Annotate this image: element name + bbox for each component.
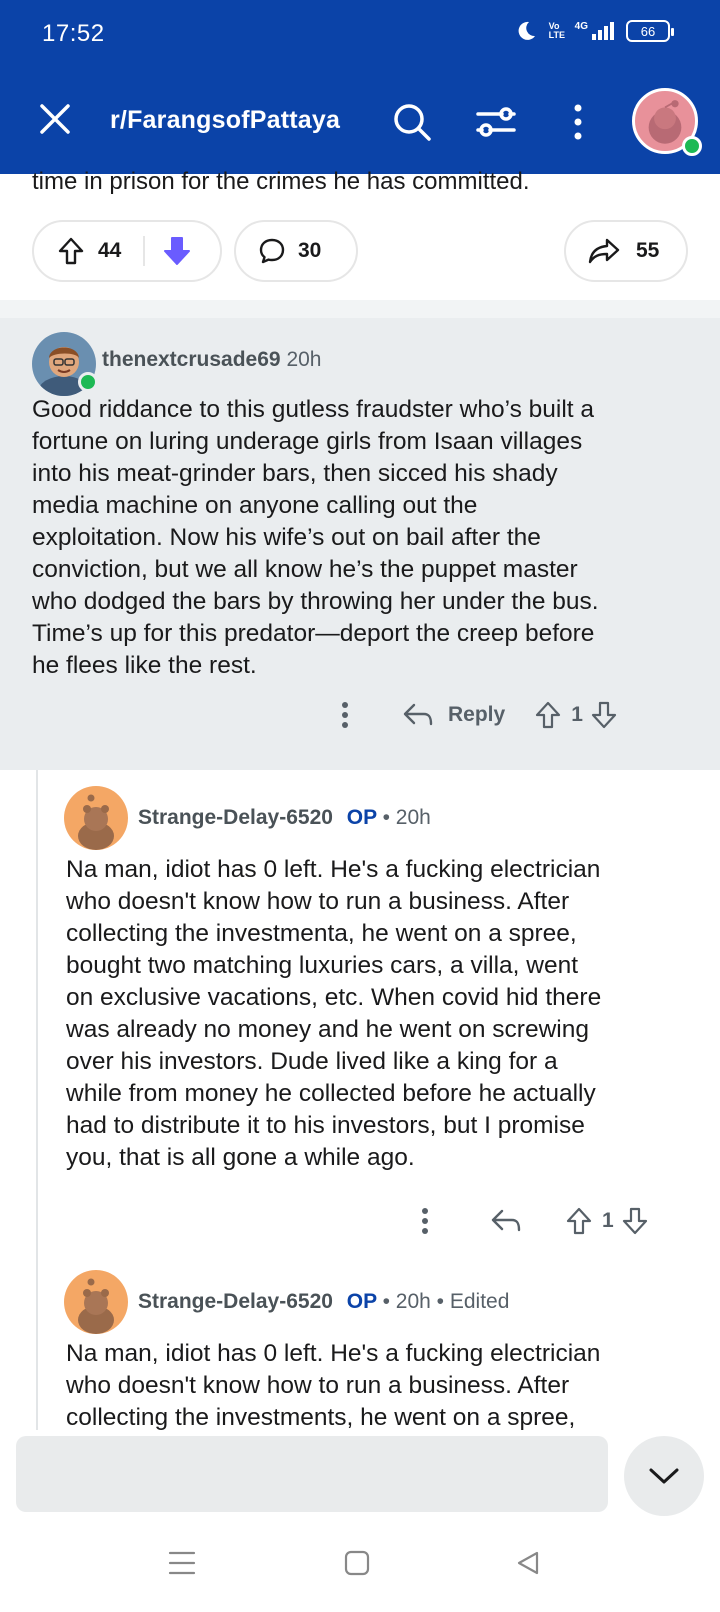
comment-line: Good riddance to this gutless fraudster …: [32, 396, 595, 423]
op-badge: OP: [346, 1290, 377, 1313]
online-indicator: [78, 372, 98, 392]
highlighted-comment: thenextcrusade69 20h Good riddance to th…: [0, 318, 720, 770]
comment-line: while from money he collected before he …: [66, 1080, 596, 1107]
network-label: 4G: [574, 20, 588, 32]
share-icon: [588, 238, 620, 264]
comment-line: media machine on anyone calling out the: [32, 492, 478, 519]
collapse-button[interactable]: [624, 1436, 704, 1516]
subreddit-title[interactable]: r/FarangsofPattaya: [110, 106, 340, 135]
more-options-icon[interactable]: [340, 700, 350, 730]
reply-input[interactable]: [16, 1436, 608, 1512]
comment-username[interactable]: Strange-Delay-6520: [138, 806, 333, 829]
online-indicator: [682, 136, 702, 156]
comment-line: had to distribute it to his investors, b…: [66, 1112, 585, 1139]
reply-button[interactable]: Reply: [448, 703, 505, 727]
upvote-icon[interactable]: [566, 1207, 592, 1235]
home-icon[interactable]: [344, 1550, 370, 1576]
comment-line: was already no money and he went on scre…: [66, 1016, 589, 1043]
more-options-icon[interactable]: [420, 1206, 430, 1236]
status-icons: Vo LTE 4G 66: [515, 20, 674, 42]
thread-line[interactable]: [36, 770, 38, 1430]
comment-line: collecting the investmenta, he went on a…: [66, 920, 577, 947]
post-vote-bar: 44: [32, 220, 222, 282]
comment-score: 1: [602, 1209, 614, 1232]
op-badge: OP: [346, 806, 377, 829]
comments-button[interactable]: 30: [234, 220, 358, 282]
comment-line: you, that is all gone a while ago.: [66, 1144, 415, 1171]
comment-line: on exclusive vacations, etc. When covid …: [66, 984, 602, 1011]
comment-username[interactable]: thenextcrusade69: [102, 348, 281, 371]
comment-line: into his meat-grinder bars, then sicced …: [32, 460, 558, 487]
menu-icon[interactable]: [168, 1550, 196, 1576]
comment-actions: 1: [420, 1206, 648, 1236]
comment-line: conviction, but we all know he’s the pup…: [32, 556, 578, 583]
comment-line: who dodged the bars by throwing her unde…: [32, 588, 599, 615]
status-time: 17:52: [42, 20, 105, 47]
comment-line: exploitation. Now his wife’s out on bail…: [32, 524, 541, 551]
downvote-icon[interactable]: [163, 236, 191, 266]
back-icon[interactable]: [516, 1550, 540, 1576]
chevron-down-icon: [649, 1468, 679, 1484]
comment-author[interactable]: thenextcrusade69 20h: [102, 348, 321, 372]
post-score: 44: [98, 239, 122, 262]
app-header: 17:52 Vo LTE 4G 66 r/FarangsofPattaya: [0, 0, 720, 174]
battery-icon: 66: [626, 20, 674, 42]
comment-line: bought two matching luxuries cars, a vil…: [66, 952, 579, 979]
commenter-avatar[interactable]: [64, 786, 128, 850]
volte-label: Vo LTE: [548, 21, 565, 40]
reply-icon[interactable]: [402, 702, 434, 728]
comment-line: over his investors. Dude lived like a ki…: [66, 1048, 558, 1075]
comment-line: who doesn't know how to run a business. …: [66, 888, 570, 915]
moon-icon: [518, 21, 535, 40]
comment-username[interactable]: Strange-Delay-6520: [138, 1290, 333, 1313]
comment-body: Good riddance to this gutless fraudster …: [32, 394, 599, 682]
comment-time: 20h: [286, 348, 322, 371]
section-divider: [0, 300, 720, 318]
share-button[interactable]: 55: [564, 220, 688, 282]
more-options-icon[interactable]: [570, 102, 586, 142]
comment-line: who doesn't know how to run a business. …: [66, 1372, 570, 1399]
vote-separator: [143, 236, 146, 266]
filter-icon[interactable]: [476, 104, 516, 140]
commenter-avatar[interactable]: [64, 1270, 128, 1334]
comment-actions: Reply 1: [340, 700, 617, 730]
edited-label: • Edited: [436, 1290, 510, 1313]
post-body-fragment: time in prison for the crimes he has com…: [32, 168, 530, 195]
comment-bubble-icon: [259, 238, 285, 264]
close-icon[interactable]: [36, 100, 74, 138]
comment-line: Time’s up for this predator—deport the c…: [32, 620, 595, 647]
downvote-icon[interactable]: [622, 1207, 648, 1235]
user-avatar[interactable]: [632, 88, 702, 156]
comment-line: fortune on luring underage girls from Is…: [32, 428, 583, 455]
signal-icon: [592, 22, 614, 40]
upvote-icon[interactable]: [535, 701, 561, 729]
comment-body: Na man, idiot has 0 left. He's a fucking…: [66, 1338, 600, 1430]
comment-line: collecting the investments, he went on a…: [66, 1404, 576, 1430]
comment-time: • 20h: [382, 1290, 431, 1313]
battery-level: 66: [640, 23, 656, 39]
comment-score: 1: [571, 703, 583, 726]
comment-body: Na man, idiot has 0 left. He's a fucking…: [66, 854, 601, 1174]
comment-time: • 20h: [382, 806, 431, 829]
comment-line: Na man, idiot has 0 left. He's a fucking…: [66, 1340, 601, 1367]
downvote-icon[interactable]: [591, 701, 617, 729]
comment-line: he flees like the rest.: [32, 652, 257, 679]
reply-icon[interactable]: [490, 1208, 522, 1234]
search-icon[interactable]: [392, 102, 432, 142]
comment-author[interactable]: Strange-Delay-6520 OP • 20h • Edited: [138, 1290, 509, 1314]
share-count: 55: [636, 239, 660, 262]
comment-line: Na man, idiot has 0 left. He's a fucking…: [66, 856, 601, 883]
comment-count: 30: [298, 239, 322, 262]
upvote-icon[interactable]: [58, 237, 84, 265]
comment-author[interactable]: Strange-Delay-6520 OP • 20h: [138, 806, 431, 830]
